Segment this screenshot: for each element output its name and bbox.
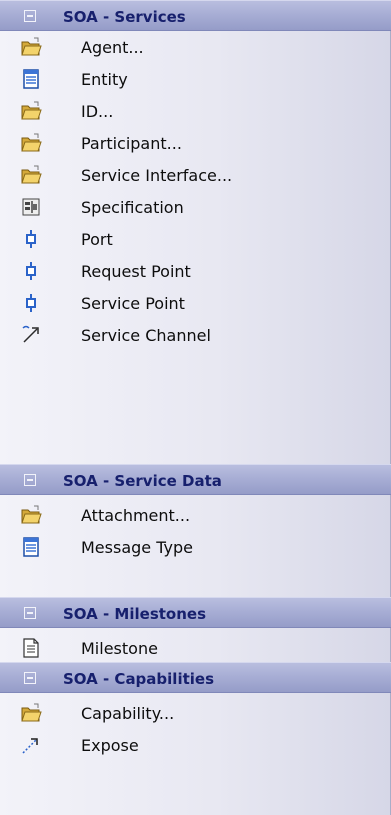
group-header-soa-capabilities[interactable]: SOA - Capabilities bbox=[0, 662, 391, 693]
folder-icon bbox=[20, 164, 42, 186]
group-title: SOA - Milestones bbox=[63, 605, 206, 623]
entity-icon bbox=[20, 68, 42, 90]
folder-icon bbox=[20, 100, 42, 122]
item-label: Service Interface... bbox=[81, 166, 233, 185]
group-header-soa-services[interactable]: SOA - Services bbox=[0, 0, 391, 31]
toolbox-item-participant[interactable]: Participant... bbox=[0, 127, 391, 159]
item-label: Service Channel bbox=[81, 326, 211, 345]
item-label: Agent... bbox=[81, 38, 144, 57]
item-label: Entity bbox=[81, 70, 128, 89]
toolbox-item-service-point[interactable]: Service Point bbox=[0, 287, 391, 319]
collapse-icon[interactable] bbox=[24, 672, 36, 684]
toolbox-item-id[interactable]: ID... bbox=[0, 95, 391, 127]
item-label: Message Type bbox=[81, 538, 193, 557]
toolbox-item-attachment[interactable]: Attachment... bbox=[0, 499, 391, 531]
item-label: Participant... bbox=[81, 134, 182, 153]
item-label: Expose bbox=[81, 736, 139, 755]
toolbox-item-capability[interactable]: Capability... bbox=[0, 697, 391, 729]
port-icon bbox=[20, 260, 42, 282]
item-label: Capability... bbox=[81, 704, 175, 723]
toolbox-item-expose[interactable]: Expose bbox=[0, 729, 391, 761]
port-icon bbox=[20, 228, 42, 250]
folder-icon bbox=[20, 36, 42, 58]
folder-icon bbox=[20, 504, 42, 526]
group-header-soa-service-data[interactable]: SOA - Service Data bbox=[0, 464, 391, 495]
toolbox-item-milestone[interactable]: Milestone bbox=[0, 632, 391, 664]
toolbox-item-service-channel[interactable]: Service Channel bbox=[0, 319, 391, 351]
toolbox-item-request-point[interactable]: Request Point bbox=[0, 255, 391, 287]
group-title: SOA - Services bbox=[63, 8, 186, 26]
toolbox-item-entity[interactable]: Entity bbox=[0, 63, 391, 95]
item-label: Port bbox=[81, 230, 113, 249]
toolbox-item-port[interactable]: Port bbox=[0, 223, 391, 255]
collapse-icon[interactable] bbox=[24, 607, 36, 619]
entity-icon bbox=[20, 536, 42, 558]
item-label: ID... bbox=[81, 102, 114, 121]
toolbox-item-service-interface[interactable]: Service Interface... bbox=[0, 159, 391, 191]
specification-icon bbox=[20, 196, 42, 218]
channel-icon bbox=[20, 324, 42, 346]
toolbox-panel: SOA - Services Agent... Entity ID... Par… bbox=[0, 0, 391, 815]
toolbox-item-specification[interactable]: Specification bbox=[0, 191, 391, 223]
collapse-icon[interactable] bbox=[24, 474, 36, 486]
group-header-soa-milestones[interactable]: SOA - Milestones bbox=[0, 597, 391, 628]
document-icon bbox=[20, 637, 42, 659]
group-title: SOA - Service Data bbox=[63, 472, 222, 490]
item-label: Attachment... bbox=[81, 506, 191, 525]
collapse-icon[interactable] bbox=[24, 10, 36, 22]
port-icon bbox=[20, 292, 42, 314]
item-label: Service Point bbox=[81, 294, 185, 313]
item-label: Request Point bbox=[81, 262, 191, 281]
item-label: Milestone bbox=[81, 639, 158, 658]
toolbox-item-agent[interactable]: Agent... bbox=[0, 31, 391, 63]
group-title: SOA - Capabilities bbox=[63, 670, 214, 688]
folder-icon bbox=[20, 132, 42, 154]
toolbox-item-message-type[interactable]: Message Type bbox=[0, 531, 391, 563]
dependency-arrow-icon bbox=[20, 734, 42, 756]
folder-icon bbox=[20, 702, 42, 724]
item-label: Specification bbox=[81, 198, 184, 217]
